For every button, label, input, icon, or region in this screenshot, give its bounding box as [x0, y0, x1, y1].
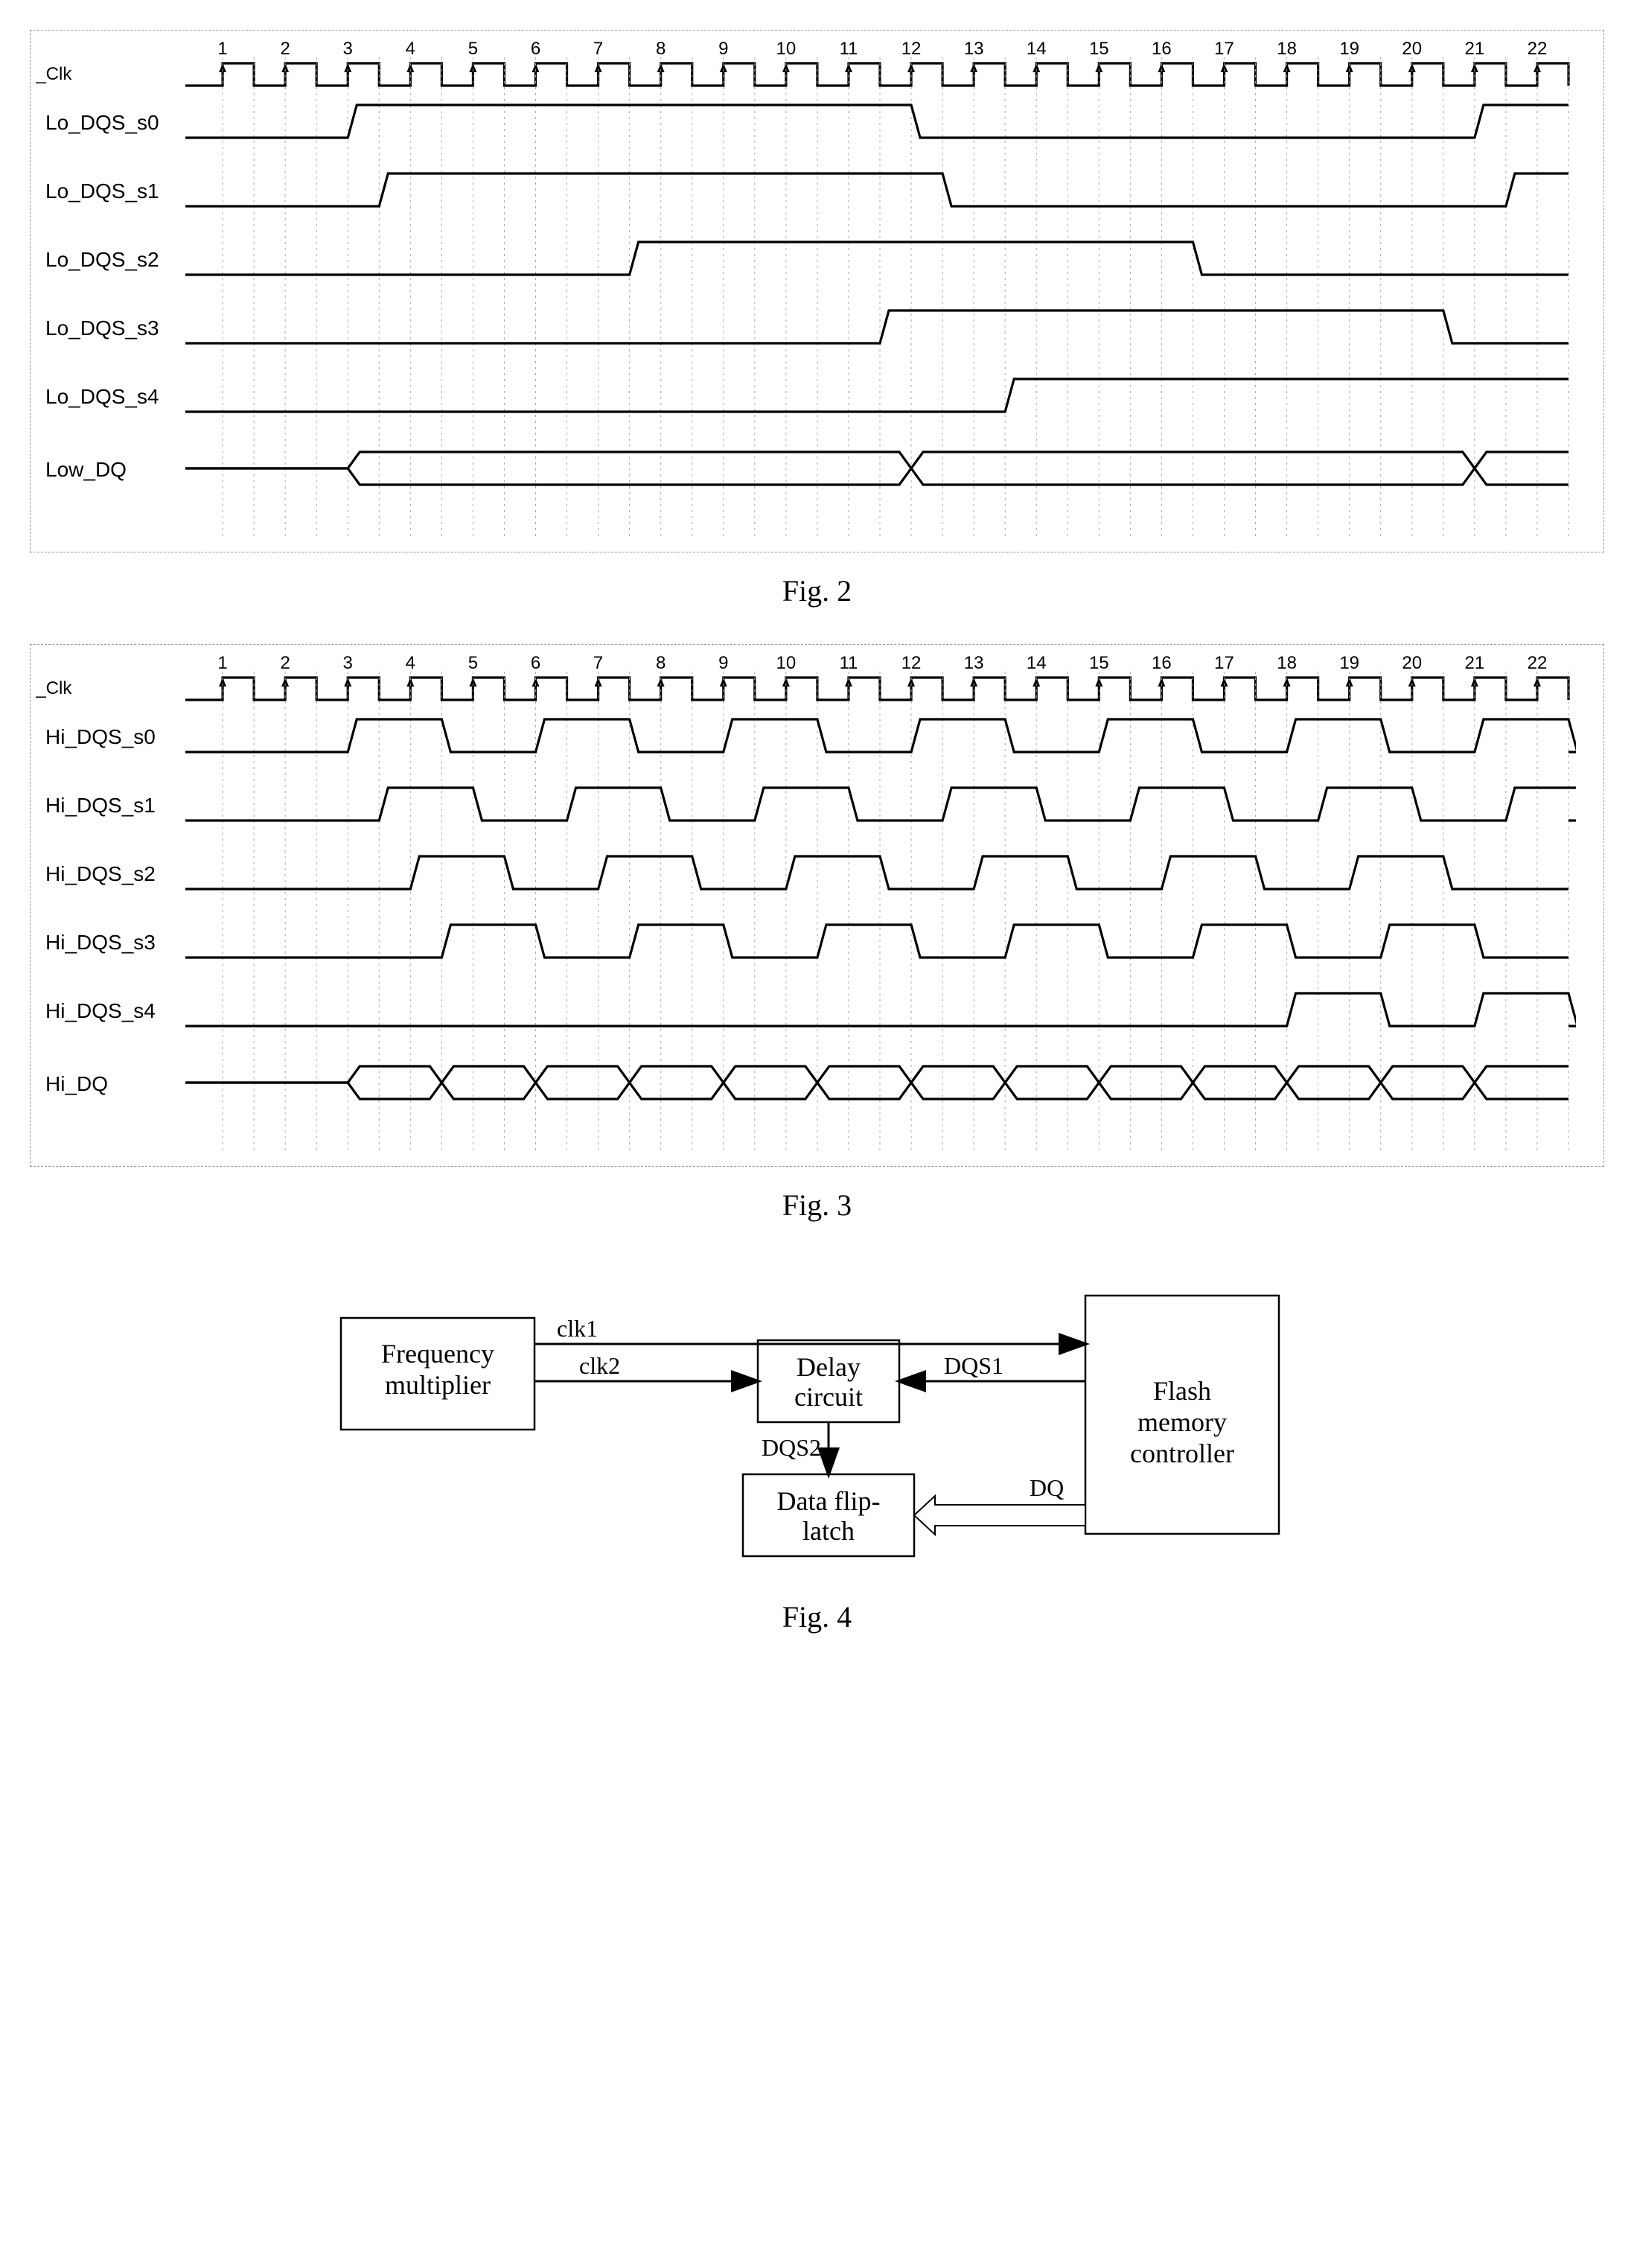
svg-text:Lo_DQS_s1: Lo_DQS_s1 [45, 179, 159, 203]
svg-text:DQS1: DQS1 [944, 1352, 1003, 1379]
fig3-timing-diagram: 12345678910111213141516171819202122Hi_Cl… [30, 644, 1604, 1167]
svg-text:21: 21 [1465, 39, 1485, 59]
svg-text:4: 4 [406, 653, 415, 673]
svg-text:19: 19 [1339, 39, 1359, 59]
svg-text:20: 20 [1402, 39, 1422, 59]
svg-text:circuit: circuit [794, 1382, 863, 1412]
svg-text:9: 9 [718, 39, 728, 59]
svg-text:Lo_DQS_s2: Lo_DQS_s2 [45, 248, 159, 271]
svg-text:1: 1 [217, 39, 227, 59]
svg-text:7: 7 [593, 39, 603, 59]
svg-text:Data flip-: Data flip- [776, 1486, 880, 1516]
fig4-caption: Fig. 4 [30, 1599, 1604, 1634]
svg-text:9: 9 [718, 653, 728, 673]
svg-text:Delay: Delay [797, 1352, 861, 1382]
svg-text:Low_DQ: Low_DQ [45, 458, 127, 481]
svg-text:19: 19 [1339, 653, 1359, 673]
svg-text:Hi_DQS_s1: Hi_DQS_s1 [45, 794, 156, 817]
svg-text:controller: controller [1130, 1439, 1234, 1468]
svg-text:Hi_DQS_s3: Hi_DQS_s3 [45, 931, 156, 954]
svg-text:22: 22 [1528, 39, 1548, 59]
svg-text:21: 21 [1465, 653, 1485, 673]
svg-text:DQS2: DQS2 [762, 1434, 821, 1461]
svg-text:DQ: DQ [1030, 1474, 1064, 1501]
svg-text:latch: latch [802, 1516, 855, 1546]
svg-text:7: 7 [593, 653, 603, 673]
svg-text:8: 8 [656, 653, 666, 673]
svg-text:14: 14 [1027, 39, 1047, 59]
svg-text:Hi_Clk: Hi_Clk [35, 64, 72, 84]
svg-text:10: 10 [776, 653, 797, 673]
svg-text:18: 18 [1277, 39, 1297, 59]
svg-text:16: 16 [1152, 653, 1172, 673]
svg-text:2: 2 [280, 39, 290, 59]
svg-text:4: 4 [406, 39, 415, 59]
svg-text:3: 3 [343, 39, 353, 59]
svg-text:Hi_DQS_s4: Hi_DQS_s4 [45, 999, 156, 1022]
fig4-block-diagram: Frequencymultiplier Delaycircuit Flashmemo… [296, 1258, 1338, 1579]
svg-text:Lo_DQS_s0: Lo_DQS_s0 [45, 111, 159, 134]
svg-text:6: 6 [531, 653, 540, 673]
svg-text:17: 17 [1214, 653, 1234, 673]
svg-text:Hi_Clk: Hi_Clk [35, 678, 72, 698]
fig2-svg: 12345678910111213141516171819202122Hi_Cl… [35, 38, 1576, 544]
svg-text:5: 5 [468, 39, 478, 59]
svg-text:Hi_DQ: Hi_DQ [45, 1072, 108, 1095]
svg-text:8: 8 [656, 39, 666, 59]
svg-text:memory: memory [1137, 1407, 1227, 1437]
svg-text:5: 5 [468, 653, 478, 673]
svg-text:11: 11 [839, 653, 858, 673]
svg-text:14: 14 [1027, 653, 1047, 673]
svg-text:11: 11 [839, 39, 858, 59]
svg-text:2: 2 [280, 653, 290, 673]
svg-text:12: 12 [901, 653, 922, 673]
svg-text:15: 15 [1089, 39, 1109, 59]
fig3-caption: Fig. 3 [30, 1188, 1604, 1223]
svg-text:Lo_DQS_s4: Lo_DQS_s4 [45, 385, 159, 408]
svg-text:22: 22 [1528, 653, 1548, 673]
fig2-caption: Fig. 2 [30, 573, 1604, 608]
svg-text:13: 13 [964, 653, 984, 673]
svg-text:1: 1 [217, 653, 227, 673]
svg-text:multiplier: multiplier [385, 1370, 491, 1400]
svg-text:Hi_DQS_s2: Hi_DQS_s2 [45, 862, 156, 885]
svg-text:12: 12 [901, 39, 922, 59]
svg-text:clk2: clk2 [579, 1352, 620, 1379]
svg-text:10: 10 [776, 39, 797, 59]
fig2-timing-diagram: 12345678910111213141516171819202122Hi_Cl… [30, 30, 1604, 552]
svg-text:17: 17 [1214, 39, 1234, 59]
fig4-svg: Frequencymultiplier Delaycircuit Flashmemo… [296, 1258, 1338, 1579]
svg-text:15: 15 [1089, 653, 1109, 673]
svg-text:18: 18 [1277, 653, 1297, 673]
svg-text:16: 16 [1152, 39, 1172, 59]
svg-text:6: 6 [531, 39, 540, 59]
svg-text:Hi_DQS_s0: Hi_DQS_s0 [45, 725, 156, 748]
fig3-svg: 12345678910111213141516171819202122Hi_Cl… [35, 652, 1576, 1159]
svg-text:Frequency: Frequency [381, 1339, 494, 1369]
svg-text:clk1: clk1 [557, 1315, 598, 1342]
svg-text:13: 13 [964, 39, 984, 59]
svg-text:20: 20 [1402, 653, 1422, 673]
svg-text:Flash: Flash [1152, 1376, 1210, 1406]
svg-text:Lo_DQS_s3: Lo_DQS_s3 [45, 316, 159, 340]
svg-text:3: 3 [343, 653, 353, 673]
